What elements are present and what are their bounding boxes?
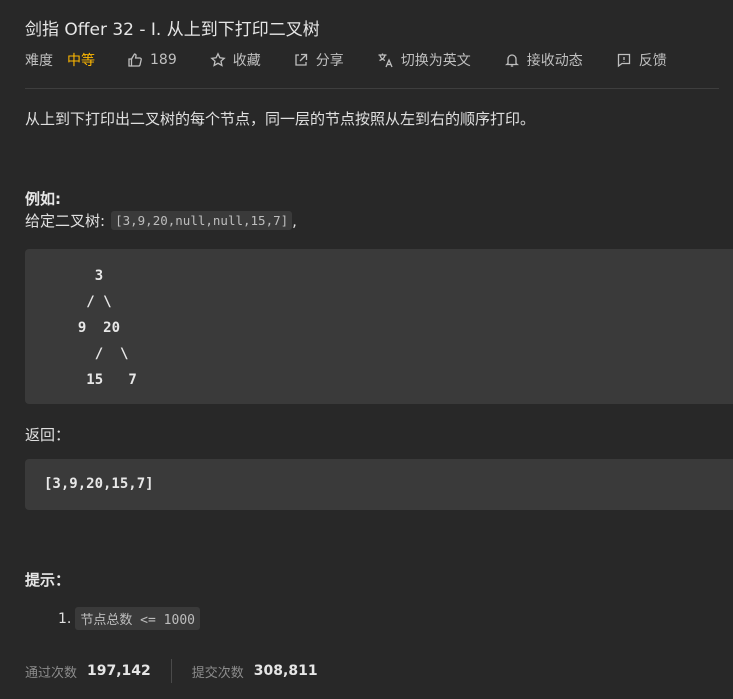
- subscribe-button[interactable]: 接收动态: [504, 50, 583, 70]
- hints-heading: 提示：: [25, 571, 71, 589]
- return-heading: 返回：: [25, 426, 71, 444]
- feedback-label: 反馈: [638, 53, 667, 69]
- given-prefix: 给定二叉树:: [25, 212, 106, 230]
- favorite-button[interactable]: 收藏: [210, 50, 261, 70]
- hint-code: 节点总数 <= 1000: [75, 607, 200, 630]
- feedback-button[interactable]: 反馈: [616, 50, 667, 70]
- given-tree-line: 给定二叉树: [3,9,20,null,null,15,7] ,: [25, 210, 297, 231]
- accepted-label: 通过次数: [25, 665, 78, 681]
- subscribe-label: 接收动态: [526, 53, 583, 69]
- given-suffix: ,: [292, 211, 297, 230]
- result-code-block: [3,9,20,15,7]: [25, 459, 733, 510]
- share-label: 分享: [315, 53, 344, 69]
- problem-title: 剑指 Offer 32 - I. 从上到下打印二叉树: [25, 20, 320, 40]
- switch-language-button[interactable]: 切换为英文: [377, 50, 471, 70]
- stats-divider: [170, 659, 172, 683]
- problem-meta-bar: 难度 中等 189 收藏 分享 切换为英文 接收动态 反馈: [25, 50, 667, 70]
- share-button[interactable]: 分享: [293, 50, 344, 70]
- given-tree-code: [3,9,20,null,null,15,7]: [111, 211, 293, 230]
- header-divider: [25, 88, 719, 89]
- submissions-count: 308,811: [253, 663, 318, 679]
- share-icon: [295, 53, 307, 66]
- submissions-label: 提交次数: [191, 665, 244, 681]
- translate-icon: [378, 53, 393, 68]
- hint-number: 1.: [58, 610, 72, 627]
- feedback-icon: [617, 53, 630, 68]
- problem-description: 从上到下打印出二叉树的每个节点，同一层的节点按照从左到右的顺序打印。: [25, 110, 536, 128]
- thumbs-up-icon: [128, 53, 142, 67]
- tree-code-block: 3 / \ 9 20 / \ 15 7: [25, 249, 733, 404]
- like-count: 189: [150, 52, 177, 68]
- accepted-count: 197,142: [87, 663, 151, 679]
- result-text: [3,9,20,15,7]: [44, 476, 154, 492]
- example-heading: 例如:: [25, 190, 61, 208]
- bell-icon: [504, 54, 519, 67]
- difficulty-badge: 中等: [67, 53, 95, 69]
- star-icon: [210, 52, 226, 67]
- like-button[interactable]: 189: [127, 52, 177, 68]
- tree-diagram-text: 3 / \ 9 20 / \ 15 7: [77, 268, 137, 388]
- hint-list-item: 1. 节点总数 <= 1000: [58, 607, 200, 630]
- favorite-label: 收藏: [232, 53, 261, 69]
- switch-language-label: 切换为英文: [400, 53, 471, 69]
- difficulty-label: 难度: [25, 53, 53, 69]
- submission-stats: 通过次数 197,142 提交次数 308,811: [25, 658, 318, 684]
